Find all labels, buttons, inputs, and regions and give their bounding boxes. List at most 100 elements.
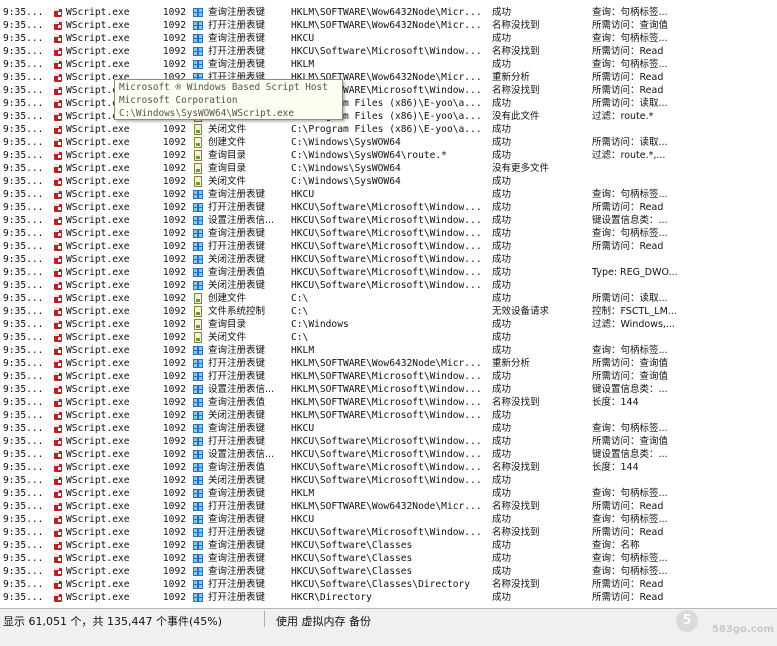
cell-pid: 1092 bbox=[162, 319, 186, 330]
table-row[interactable]: 9:35... WScript.exe 1092 文件系统控制 C:\ 无效设备请求 控制：… bbox=[0, 305, 777, 318]
cell-pid: 1092 bbox=[162, 280, 186, 291]
cell-path: HKCU bbox=[291, 189, 315, 200]
cell-detail: 所需访问：读取... bbox=[592, 98, 668, 109]
cell-operation: 关闭注册表键 bbox=[208, 280, 266, 291]
wscript-process-icon bbox=[53, 32, 63, 45]
registry-op-icon bbox=[192, 591, 204, 604]
cell-result: 成功 bbox=[492, 7, 512, 18]
table-row[interactable]: 9:35... WScript.exe 1092 打开注册表键 HKCU\Softwar… bbox=[0, 578, 777, 591]
wscript-process-icon bbox=[53, 123, 63, 136]
table-row[interactable]: 9:35... WScript.exe 1092 打开注册表键 HKLM\SOFTWAR… bbox=[0, 357, 777, 370]
table-row[interactable]: 9:35... WScript.exe 1092 打开注册表键 HKCU\Softwar… bbox=[0, 240, 777, 253]
table-row[interactable]: 9:35... WScript.exe 1092 查询目录 C:\Windows\Sys… bbox=[0, 149, 777, 162]
cell-detail: 长度：144 bbox=[592, 462, 639, 473]
table-row[interactable]: 9:35... WScript.exe 1092 查询注册表值 HKCU\Softwar… bbox=[0, 461, 777, 474]
cell-time: 9:35... bbox=[3, 371, 44, 382]
cell-result: 名称没找到 bbox=[492, 20, 540, 31]
table-row[interactable]: 9:35... WScript.exe 1092 打开注册表键 HKCU\Softwar… bbox=[0, 201, 777, 214]
table-row[interactable]: 9:35... WScript.exe 1092 查询目录 C:\Windows\Sys… bbox=[0, 162, 777, 175]
table-row[interactable]: 9:35... WScript.exe 1092 设置注册表信... HKCU\Soft… bbox=[0, 214, 777, 227]
table-row[interactable]: 9:35... WScript.exe 1092 打开注册表键 HKCR\Directo… bbox=[0, 591, 777, 604]
cell-detail: 所需访问：Read bbox=[592, 241, 664, 252]
table-row[interactable]: 9:35... WScript.exe 1092 关闭注册表键 HKLM\SOFTWAR… bbox=[0, 409, 777, 422]
wscript-process-icon bbox=[53, 149, 63, 162]
cell-path: C:\Program Files (x86)\E-yoo\a... bbox=[291, 124, 482, 135]
cell-result: 重新分析 bbox=[492, 72, 531, 83]
table-row[interactable]: 9:35... WScript.exe 1092 查询注册表键 HKCU 成功 查询：句柄标… bbox=[0, 422, 777, 435]
table-row[interactable]: 9:35... WScript.exe 1092 查询注册表值 HKLM\SOFTWAR… bbox=[0, 396, 777, 409]
table-row[interactable]: 9:35... WScript.exe 1092 关闭文件 C:\ 成功 bbox=[0, 331, 777, 344]
cell-time: 9:35... bbox=[3, 566, 44, 577]
cell-result: 重新分析 bbox=[492, 358, 531, 369]
table-row[interactable]: 9:35... WScript.exe 1092 打开注册表键 HKCU\Softwar… bbox=[0, 526, 777, 539]
cell-result: 成功 bbox=[492, 33, 512, 44]
table-row[interactable]: 9:35... WScript.exe 1092 关闭注册表键 HKCU\Softwar… bbox=[0, 474, 777, 487]
cell-operation: 查询注册表键 bbox=[208, 59, 266, 70]
cell-path: C:\Windows bbox=[291, 319, 349, 330]
table-row[interactable]: 9:35... WScript.exe 1092 关闭文件 C:\Windows\Sys… bbox=[0, 175, 777, 188]
table-row[interactable]: 9:35... WScript.exe 1092 设置注册表信... HKLM\SOFT… bbox=[0, 383, 777, 396]
table-row[interactable]: 9:35... WScript.exe 1092 关闭注册表键 HKCU\Softwar… bbox=[0, 279, 777, 292]
table-row[interactable]: 9:35... WScript.exe 1092 查询注册表键 HKCU\Softwar… bbox=[0, 227, 777, 240]
cell-process-name: WScript.exe bbox=[66, 267, 130, 278]
cell-path: HKCU\Software\Microsoft\Window... bbox=[291, 436, 482, 447]
table-row[interactable]: 9:35... WScript.exe 1092 设置注册表信... HKCU\Soft… bbox=[0, 448, 777, 461]
wscript-process-icon bbox=[53, 448, 63, 461]
cell-operation: 打开注册表键 bbox=[208, 241, 266, 252]
table-row[interactable]: 9:35... WScript.exe 1092 打开注册表键 HKLM\SOFTWAR… bbox=[0, 19, 777, 32]
table-row[interactable]: 9:35... WScript.exe 1092 查询注册表键 HKCU 成功 查询：句柄标… bbox=[0, 32, 777, 45]
cell-detail: 查询：句柄标签... bbox=[592, 553, 668, 564]
cell-detail: 键设置信息类：... bbox=[592, 215, 668, 226]
cell-pid: 1092 bbox=[162, 566, 186, 577]
cell-operation: 打开注册表键 bbox=[208, 371, 266, 382]
wscript-process-icon bbox=[53, 58, 63, 71]
table-row[interactable]: 9:35... WScript.exe 1092 创建文件 C:\ 成功 所需访问：读取..… bbox=[0, 292, 777, 305]
table-row[interactable]: 9:35... WScript.exe 1092 打开注册表键 HKCU\Softwar… bbox=[0, 45, 777, 58]
cell-time: 9:35... bbox=[3, 150, 44, 161]
cell-result: 成功 bbox=[492, 98, 512, 109]
table-row[interactable]: 9:35... WScript.exe 1092 查询注册表键 HKLM\SOFTWAR… bbox=[0, 6, 777, 19]
table-row[interactable]: 9:35... WScript.exe 1092 查询注册表键 HKLM 成功 查询：句柄标… bbox=[0, 487, 777, 500]
filesystem-op-icon bbox=[192, 149, 204, 162]
cell-operation: 关闭文件 bbox=[208, 124, 247, 135]
cell-pid: 1092 bbox=[162, 33, 186, 44]
cell-result: 名称没找到 bbox=[492, 579, 540, 590]
cell-result: 成功 bbox=[492, 254, 512, 265]
cell-operation: 打开注册表键 bbox=[208, 46, 266, 57]
cell-result: 成功 bbox=[492, 215, 512, 226]
cell-detail: 所需访问：Read bbox=[592, 85, 664, 96]
table-row[interactable]: 9:35... WScript.exe 1092 创建文件 C:\Windows\Sys… bbox=[0, 136, 777, 149]
filesystem-op-icon bbox=[192, 292, 204, 305]
cell-result: 成功 bbox=[492, 59, 512, 70]
filesystem-op-icon bbox=[192, 175, 204, 188]
table-row[interactable]: 9:35... WScript.exe 1092 查询注册表键 HKCU\Softwar… bbox=[0, 539, 777, 552]
table-row[interactable]: 9:35... WScript.exe 1092 查询注册表键 HKCU\Softwar… bbox=[0, 565, 777, 578]
table-row[interactable]: 9:35... WScript.exe 1092 打开注册表键 HKLM\SOFTWAR… bbox=[0, 370, 777, 383]
cell-process-name: WScript.exe bbox=[66, 163, 130, 174]
table-row[interactable]: 9:35... WScript.exe 1092 打开注册表键 HKLM\SOFTWAR… bbox=[0, 500, 777, 513]
wscript-process-icon bbox=[53, 578, 63, 591]
registry-op-icon bbox=[192, 201, 204, 214]
table-row[interactable]: 9:35... WScript.exe 1092 查询注册表键 HKLM 成功 查询：句柄标… bbox=[0, 58, 777, 71]
table-row[interactable]: 9:35... WScript.exe 1092 查询注册表键 HKCU 成功 查询：句柄标… bbox=[0, 513, 777, 526]
table-row[interactable]: 9:35... WScript.exe 1092 关闭注册表键 HKCU\Softwar… bbox=[0, 253, 777, 266]
cell-detail: Type: REG_DWO... bbox=[592, 267, 678, 278]
cell-process-name: WScript.exe bbox=[66, 514, 130, 525]
table-row[interactable]: 9:35... WScript.exe 1092 关闭文件 C:\Program Fil… bbox=[0, 123, 777, 136]
table-row[interactable]: 9:35... WScript.exe 1092 查询注册表键 HKCU 成功 查询：句柄标… bbox=[0, 188, 777, 201]
table-row[interactable]: 9:35... WScript.exe 1092 查询注册表键 HKCU\Softwar… bbox=[0, 552, 777, 565]
table-row[interactable]: 9:35... WScript.exe 1092 打开注册表键 HKCU\Softwar… bbox=[0, 435, 777, 448]
cell-result: 成功 bbox=[492, 553, 512, 564]
cell-process-name: WScript.exe bbox=[66, 228, 130, 239]
registry-op-icon bbox=[192, 279, 204, 292]
registry-op-icon bbox=[192, 565, 204, 578]
cell-operation: 关闭注册表键 bbox=[208, 475, 266, 486]
cell-time: 9:35... bbox=[3, 397, 44, 408]
cell-time: 9:35... bbox=[3, 85, 44, 96]
table-row[interactable]: 9:35... WScript.exe 1092 查询注册表键 HKLM 成功 查询：句柄标… bbox=[0, 344, 777, 357]
cell-time: 9:35... bbox=[3, 319, 44, 330]
cell-operation: 设置注册表信... bbox=[208, 384, 275, 395]
table-row[interactable]: 9:35... WScript.exe 1092 查询注册表值 HKCU\Softwar… bbox=[0, 266, 777, 279]
cell-pid: 1092 bbox=[162, 475, 186, 486]
table-row[interactable]: 9:35... WScript.exe 1092 查询目录 C:\Windows 成功 过滤… bbox=[0, 318, 777, 331]
